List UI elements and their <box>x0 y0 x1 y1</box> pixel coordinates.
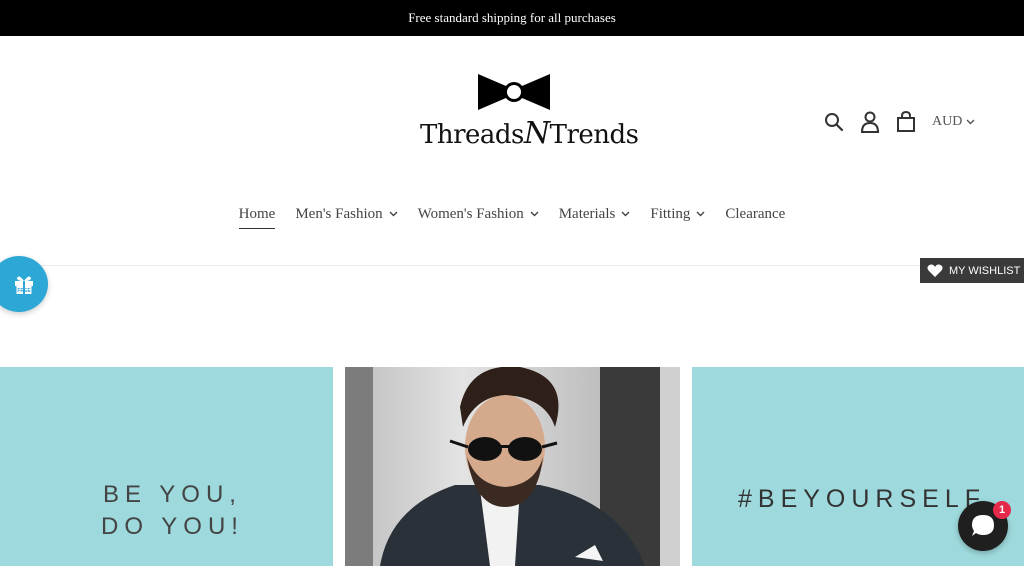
nav-item-home[interactable]: Home <box>238 202 275 229</box>
account-icon[interactable] <box>856 108 884 136</box>
chat-notification-badge: 1 <box>993 501 1011 519</box>
header-divider <box>0 265 1024 266</box>
chevron-down-icon <box>389 211 398 217</box>
wishlist-button[interactable]: MY WISHLIST <box>920 258 1024 283</box>
header-actions: AUD <box>820 108 975 136</box>
model-photo <box>345 367 680 566</box>
nav-item-fitting[interactable]: Fitting <box>650 202 705 226</box>
currency-selector[interactable]: AUD <box>932 114 975 130</box>
nav-item-womens-fashion[interactable]: Women's Fashion <box>418 202 539 226</box>
bowtie-icon <box>478 74 550 110</box>
announcement-bar: Free standard shipping for all purchases <box>0 0 1024 36</box>
nav-item-materials[interactable]: Materials <box>559 202 631 226</box>
main-navigation: Home Men's Fashion Women's Fashion Mater… <box>0 202 1024 229</box>
currency-value: AUD <box>932 114 963 129</box>
nav-item-mens-fashion[interactable]: Men's Fashion <box>295 202 398 226</box>
chevron-down-icon <box>966 119 975 125</box>
quote-text: BE YOU, DO YOU! <box>101 481 244 540</box>
nav-item-clearance[interactable]: Clearance <box>725 202 785 226</box>
hero-tiles: BE YOU, DO YOU! #BEYOURSELF <box>0 367 1024 566</box>
announcement-text: Free standard shipping for all purchases <box>408 10 616 25</box>
tile-quote[interactable]: BE YOU, DO YOU! <box>0 367 333 566</box>
chevron-down-icon <box>530 211 539 217</box>
cart-icon[interactable] <box>892 108 920 136</box>
site-header: ThreadsNTrends AUD Home Men's Fashion Wo… <box>0 36 1024 266</box>
chevron-down-icon <box>621 211 630 217</box>
tile-model-photo[interactable] <box>345 367 680 566</box>
wishlist-label: MY WISHLIST <box>949 264 1021 277</box>
brand-wordmark: ThreadsNTrends <box>420 116 639 151</box>
search-icon[interactable] <box>820 108 848 136</box>
heart-icon <box>927 264 943 277</box>
svg-text:FREE: FREE <box>17 288 31 294</box>
gift-icon: FREE <box>15 276 33 294</box>
brand-logo[interactable]: ThreadsNTrends <box>420 72 639 158</box>
chat-icon <box>972 515 994 536</box>
chevron-down-icon <box>696 211 705 217</box>
